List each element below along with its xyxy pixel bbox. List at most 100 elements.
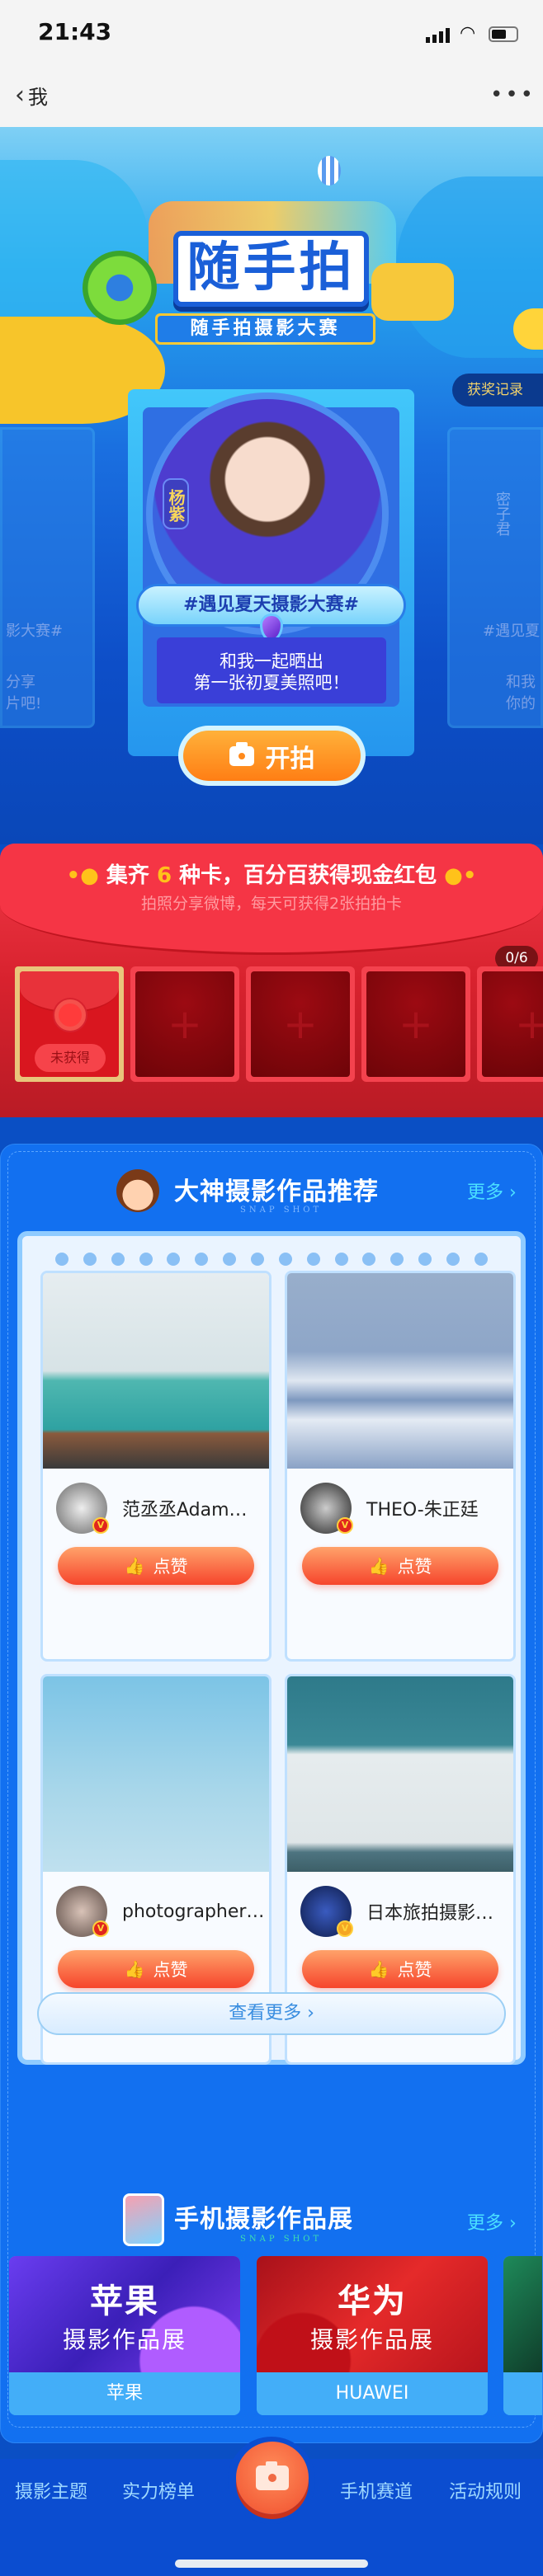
- author-row: V photographer…: [56, 1886, 267, 1937]
- battery-icon: [489, 26, 518, 42]
- author-row: V THEO-朱正廷: [300, 1483, 512, 1534]
- like-button[interactable]: 👍 点赞: [302, 1547, 498, 1585]
- author-name: photographer…: [122, 1901, 265, 1922]
- card-name: 密子君: [493, 491, 511, 536]
- status-bar: 21:43 ◠: [0, 0, 543, 66]
- brand-image: [503, 2256, 542, 2372]
- like-button[interactable]: 👍 点赞: [58, 1547, 254, 1585]
- card-slot-5[interactable]: +: [477, 966, 543, 1082]
- avatar[interactable]: V: [300, 1483, 353, 1534]
- camera-icon: [229, 741, 254, 766]
- like-label: 点赞: [153, 1960, 188, 1980]
- tab-ranking[interactable]: 实力榜单: [122, 2477, 195, 2503]
- section-title: 大神摄影作品推荐: [174, 1178, 379, 1206]
- brand-image: 苹果 摄影作品展: [9, 2256, 240, 2372]
- phone-gallery-header: 手机摄影作品展 SNAP SHOT 更多 ›: [1, 2192, 542, 2249]
- card-message: 你的: [506, 695, 536, 712]
- section-title: 手机摄影作品展: [174, 2205, 353, 2234]
- brand-card-apple[interactable]: 苹果 摄影作品展 苹果: [9, 2256, 240, 2415]
- card-message-box: 和我一起晒出 第一张初夏美照吧！: [157, 637, 386, 703]
- brand-subtitle: 摄影作品展: [309, 2325, 434, 2353]
- brand-card-next[interactable]: [503, 2256, 542, 2415]
- thumbs-up-icon: 👍: [368, 1556, 390, 1576]
- card-slot-3[interactable]: +: [246, 966, 355, 1082]
- back-button[interactable]: ‹ 我: [15, 81, 48, 110]
- more-options-button[interactable]: •••: [490, 82, 536, 107]
- avatar[interactable]: V: [56, 1483, 109, 1534]
- brand-label: HUAWEI: [257, 2372, 488, 2415]
- work-card[interactable]: V THEO-朱正廷 👍 点赞: [285, 1271, 516, 1662]
- avatar[interactable]: V: [56, 1886, 109, 1937]
- collection-subtitle: 拍照分享微博，每天可获得2张拍拍卡: [140, 895, 403, 913]
- thumbs-up-icon: 👍: [368, 1959, 390, 1979]
- like-button[interactable]: 👍 点赞: [58, 1950, 254, 1988]
- work-photo[interactable]: [43, 1676, 269, 1872]
- binder-dots: [55, 1253, 488, 1266]
- section-tagline: SNAP SHOT: [240, 2235, 323, 2244]
- card-status: 未获得: [35, 1044, 106, 1072]
- card-message-line: 第一张初夏美照吧！: [193, 673, 350, 693]
- card-collection-section: •● 集齐 6 种卡，百分百获得现金红包 ●• 拍照分享微博，每天可获得2张拍拍…: [0, 844, 543, 1117]
- card-hashtag: #遇见夏: [483, 623, 541, 640]
- collection-title: •● 集齐 6 种卡，百分百获得现金红包 ●•: [66, 863, 477, 888]
- status-time: 21:43: [38, 18, 112, 45]
- thumbs-up-icon: 👍: [124, 1556, 145, 1576]
- tab-rules[interactable]: 活动规则: [449, 2477, 522, 2503]
- title-part: 种卡，百分百获得现金红包: [179, 863, 437, 888]
- cool-guy-icon: [116, 1169, 159, 1212]
- celebrity-card-left[interactable]: 影大赛# 分享 片吧!: [0, 427, 95, 728]
- verified-icon: V: [92, 1920, 109, 1937]
- camera-icon: [256, 2461, 289, 2490]
- event-subtitle-text: 随手拍摄影大赛: [158, 316, 373, 342]
- event-logo: 随手拍: [173, 231, 369, 307]
- work-card[interactable]: V 范丞丞Adam… 👍 点赞: [40, 1271, 272, 1662]
- tab-photo-theme[interactable]: 摄影主题: [15, 2477, 87, 2503]
- nav-bar: ‹ 我 •••: [0, 66, 543, 127]
- card-slot-2[interactable]: +: [130, 966, 239, 1082]
- like-label: 点赞: [397, 1557, 432, 1577]
- brand-image: 华为 摄影作品展: [257, 2256, 488, 2372]
- avatar[interactable]: V: [300, 1886, 353, 1937]
- brand-title: 苹果: [90, 2282, 159, 2320]
- signal-icon: [426, 28, 450, 43]
- card-slot-1[interactable]: 未获得: [15, 966, 124, 1082]
- view-more-button[interactable]: 查看更多 ›: [37, 1992, 506, 2035]
- celebrity-card-center[interactable]: 杨紫 #遇见夏天摄影大赛# 和我一起晒出 第一张初夏美照吧！: [128, 389, 414, 756]
- plus-icon: +: [482, 971, 543, 1077]
- like-label: 点赞: [397, 1960, 432, 1980]
- brand-label: 苹果: [9, 2372, 240, 2415]
- camera-button[interactable]: [236, 2442, 309, 2514]
- recommend-panel: V 范丞丞Adam… 👍 点赞 V THEO-朱正廷 👍 点赞 V photogra…: [17, 1231, 526, 2065]
- wifi-icon: ◠: [460, 23, 476, 44]
- author-row: V 范丞丞Adam…: [56, 1483, 267, 1534]
- celebrity-card-right[interactable]: 密子君 #遇见夏 和我 你的: [447, 427, 543, 728]
- author-name: 日本旅拍摄影…: [366, 1903, 494, 1924]
- like-button[interactable]: 👍 点赞: [302, 1950, 498, 1988]
- brand-title: 华为: [338, 2282, 407, 2320]
- home-indicator[interactable]: [175, 2560, 368, 2568]
- work-photo[interactable]: [287, 1273, 513, 1469]
- verified-icon: V: [92, 1517, 109, 1534]
- more-link[interactable]: 更多 ›: [467, 2208, 517, 2235]
- plus-icon: +: [135, 971, 234, 1077]
- author-row: V 日本旅拍摄影…: [300, 1886, 512, 1937]
- brand-card-huawei[interactable]: 华为 摄影作品展 HUAWEI: [257, 2256, 488, 2415]
- award-record-button[interactable]: 获奖记录: [452, 374, 543, 407]
- section-tagline: SNAP SHOT: [240, 1206, 323, 1215]
- card-slot-4[interactable]: +: [361, 966, 470, 1082]
- title-part: 集齐: [106, 863, 149, 888]
- brand-label: [503, 2372, 542, 2415]
- balloon-icon: [318, 156, 341, 186]
- back-label: 我: [28, 86, 48, 109]
- plus-icon: +: [251, 971, 350, 1077]
- event-subtitle: 随手拍摄影大赛: [155, 313, 375, 345]
- card-message-line: 和我一起晒出: [220, 651, 323, 671]
- more-link[interactable]: 更多 ›: [467, 1178, 517, 1204]
- tab-phone-track[interactable]: 手机赛道: [340, 2477, 413, 2503]
- author-name: 范丞丞Adam…: [122, 1500, 248, 1521]
- card-hashtag: 影大赛#: [6, 623, 64, 640]
- shoot-button[interactable]: 开拍: [178, 726, 366, 786]
- work-photo[interactable]: [43, 1273, 269, 1469]
- work-photo[interactable]: [287, 1676, 513, 1872]
- content-section: 大神摄影作品推荐 SNAP SHOT 更多 › V 范丞丞Adam… 👍 点赞 V…: [0, 1144, 543, 2443]
